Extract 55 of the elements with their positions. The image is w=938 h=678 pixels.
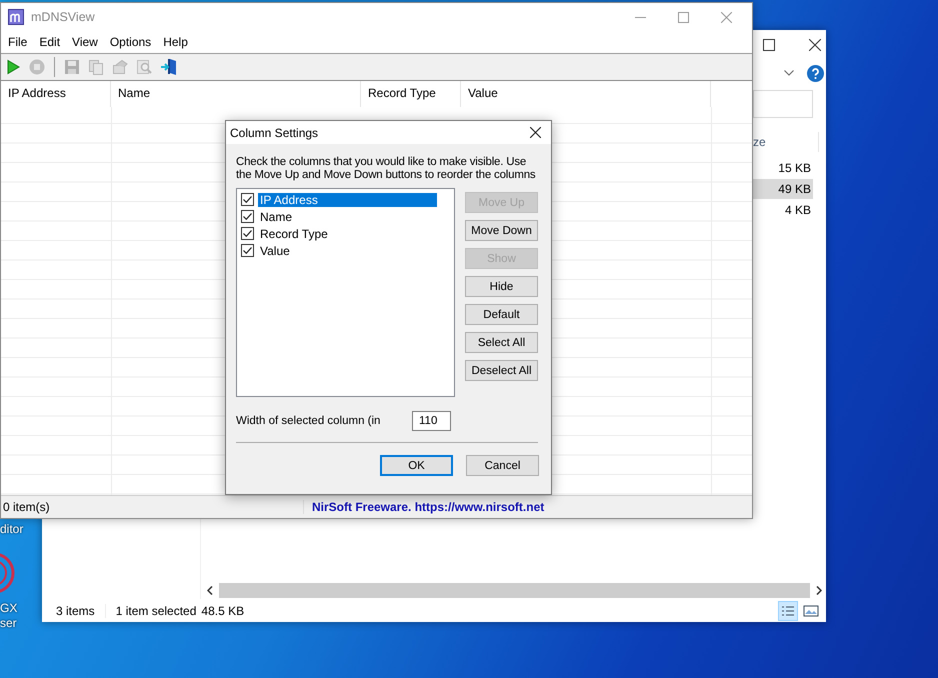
search-field[interactable] xyxy=(753,90,813,118)
exit-door-icon[interactable] xyxy=(160,58,178,76)
dialog-title: Column Settings xyxy=(230,126,318,140)
instructions-text: Check the columns that you would like to make visible. Use the Move Up and Move Down buttons to reorder the columns xyxy=(236,156,536,182)
list-item[interactable]: IP Address xyxy=(258,192,437,206)
desktop-icon-label[interactable]: ditor xyxy=(0,522,24,537)
dialog-button[interactable]: Select All xyxy=(465,332,538,353)
menu-item[interactable]: File xyxy=(8,35,28,49)
app-logo-icon xyxy=(8,9,24,25)
list-item[interactable]: Name xyxy=(258,210,437,224)
scrollbar-thumb[interactable] xyxy=(219,583,810,598)
play-icon[interactable] xyxy=(5,59,21,75)
column-header[interactable]: IP Address xyxy=(1,81,111,107)
close-icon[interactable] xyxy=(530,127,541,138)
column-header[interactable]: Record Type xyxy=(361,81,461,107)
checkbox[interactable] xyxy=(241,244,254,257)
minimize-icon[interactable] xyxy=(635,16,646,18)
dialog-button[interactable]: Deselect All xyxy=(465,360,538,381)
help-icon[interactable] xyxy=(807,64,824,82)
maximize-icon[interactable] xyxy=(763,39,775,51)
dialog-button[interactable]: Default xyxy=(465,304,538,325)
file-size-cell[interactable]: 15 KB xyxy=(753,158,813,178)
checkbox[interactable] xyxy=(241,193,254,206)
list-item[interactable]: Value xyxy=(258,244,437,258)
close-icon[interactable] xyxy=(809,39,821,51)
column-list[interactable]: IP Address Name Record Type Value xyxy=(236,188,455,397)
status-item-count: 0 item(s) xyxy=(1,500,304,514)
menu-item[interactable]: View xyxy=(72,35,98,49)
website-link[interactable]: NirSoft Freeware. https://www.nirsoft.net xyxy=(304,500,544,514)
file-size-cell[interactable]: 49 KB xyxy=(753,179,813,199)
dialog-button[interactable]: Move Down xyxy=(465,220,538,241)
width-label: Width of selected column (in xyxy=(236,415,380,427)
column-header[interactable]: Value xyxy=(461,81,711,107)
checkbox[interactable] xyxy=(241,210,254,223)
width-input[interactable]: 110 xyxy=(412,411,451,431)
status-text: 1 item selected xyxy=(116,604,198,618)
chevron-icon[interactable] xyxy=(784,70,794,76)
status-text: 48.5 KB xyxy=(201,604,246,618)
dialog-button[interactable]: Hide xyxy=(465,276,538,297)
desktop-icon-label[interactable]: ser xyxy=(0,616,17,631)
menu-item[interactable]: Edit xyxy=(39,35,60,49)
column-header[interactable]: Name xyxy=(111,81,361,107)
status-text: 3 items xyxy=(56,604,106,618)
scroll-left-icon[interactable] xyxy=(207,586,213,595)
details-view-icon[interactable] xyxy=(778,601,798,621)
menu-item[interactable]: Help xyxy=(163,35,188,49)
cancel-button[interactable]: Cancel xyxy=(466,455,539,476)
file-size-cell[interactable]: 4 KB xyxy=(753,200,813,220)
menu-item[interactable]: Options xyxy=(110,35,152,49)
ok-button[interactable]: OK xyxy=(380,455,453,476)
window-title: mDNSView xyxy=(31,10,95,24)
scroll-right-icon[interactable] xyxy=(816,586,822,595)
list-item[interactable]: Record Type xyxy=(258,226,437,240)
checkbox[interactable] xyxy=(241,227,254,240)
desktop-icon-label[interactable]: GX xyxy=(0,601,18,616)
